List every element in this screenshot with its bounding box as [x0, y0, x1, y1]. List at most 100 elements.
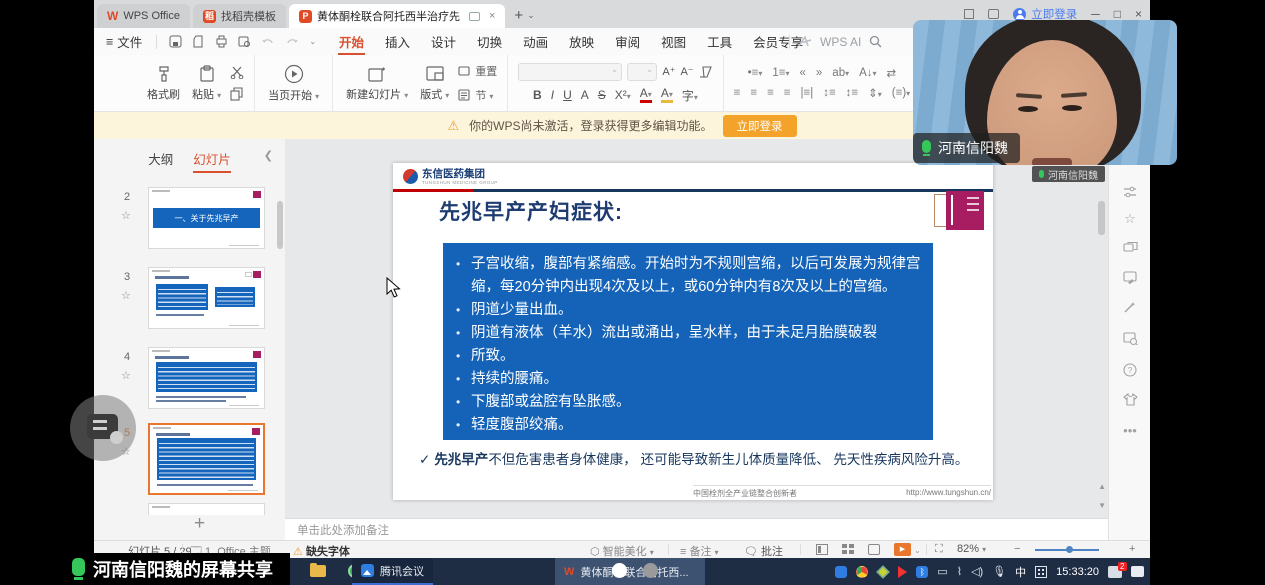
zoom-out-button[interactable]: −: [1014, 543, 1020, 555]
play-from-current-button[interactable]: 当页开始 ▾: [265, 62, 322, 105]
outline-tab[interactable]: 大纲: [148, 149, 173, 173]
tray-mic-icon[interactable]: 🎙: [992, 565, 1006, 578]
decrease-font-button[interactable]: A⁻: [680, 65, 693, 78]
highlight-color-button[interactable]: A▾: [661, 88, 673, 103]
menu-slideshow[interactable]: 放映: [568, 28, 595, 55]
tray-app-icon[interactable]: [877, 565, 891, 579]
row-spacing-button[interactable]: ↕≡: [823, 87, 835, 99]
collapse-panel-icon[interactable]: ❮: [264, 149, 273, 162]
column-spacing-button[interactable]: ↕≡: [846, 87, 858, 99]
zoom-value[interactable]: 82% ▾: [957, 543, 986, 555]
missing-font-warning[interactable]: ⚠ 缺失字体: [293, 543, 350, 559]
slide-4-thumbnail[interactable]: [148, 347, 265, 409]
menu-tools[interactable]: 工具: [706, 28, 733, 55]
battery-icon[interactable]: ▭: [937, 565, 947, 578]
editor-scrollbar[interactable]: [1098, 201, 1105, 235]
file-explorer-icon[interactable]: [310, 565, 326, 577]
line-spacing-button[interactable]: ⇕▾: [868, 86, 882, 100]
fit-slide-button[interactable]: ⛶: [935, 543, 943, 556]
menu-animation[interactable]: 动画: [522, 28, 549, 55]
notes-pen-icon[interactable]: [1109, 269, 1151, 284]
font-name-select[interactable]: [518, 63, 622, 81]
slide-canvas[interactable]: 东信医药集团 TUNGSHUN MEDICINE GROUP 先兆早产产妇症状:…: [393, 163, 993, 500]
comments-button[interactable]: 🗨 批注: [744, 543, 783, 559]
zoom-in-button[interactable]: +: [1129, 543, 1135, 555]
strikethrough-button[interactable]: S: [598, 88, 606, 102]
bold-button[interactable]: B: [533, 88, 542, 102]
numbered-list-button[interactable]: 1≡▾: [772, 67, 789, 79]
close-button[interactable]: ×: [1135, 7, 1142, 21]
restore-button[interactable]: □: [1114, 7, 1121, 21]
meeting-dock-dot-gray[interactable]: [643, 563, 658, 578]
previous-slide-button[interactable]: ▲: [1098, 482, 1106, 491]
panel-scrollbar[interactable]: [277, 201, 283, 249]
font-color-button[interactable]: A▾: [640, 88, 652, 103]
cut-icon[interactable]: [230, 66, 244, 79]
decrease-indent-button[interactable]: «: [799, 67, 805, 79]
section-button[interactable]: 节 ▾: [458, 87, 497, 103]
clock[interactable]: 15:33:20: [1056, 566, 1099, 578]
tab-close-icon[interactable]: ×: [489, 10, 495, 22]
save-icon[interactable]: [169, 35, 182, 48]
meeting-float-button[interactable]: [70, 395, 136, 461]
reset-button[interactable]: 重置: [458, 63, 497, 79]
slide-3-thumbnail[interactable]: [148, 267, 265, 329]
char-border-button[interactable]: A: [581, 88, 589, 102]
menu-insert[interactable]: 插入: [384, 28, 411, 55]
text-direction-button[interactable]: ab▾: [832, 67, 849, 79]
touch-keyboard-icon[interactable]: [1035, 566, 1047, 578]
char-effect-button[interactable]: 字▾: [682, 87, 698, 104]
notes-bar[interactable]: 单击此处添加备注: [285, 518, 1108, 540]
slideshow-play-button[interactable]: ▶: [894, 543, 911, 556]
webcam-overlay[interactable]: 河南信阳魏: [913, 20, 1177, 165]
skin-icon[interactable]: [988, 9, 999, 19]
add-slide-button[interactable]: +: [194, 513, 205, 535]
file-menu-button[interactable]: ≡ 文件: [94, 32, 152, 51]
print-preview-icon[interactable]: [238, 35, 251, 48]
underline-button[interactable]: U: [563, 88, 572, 102]
undo-icon[interactable]: [261, 36, 275, 48]
clear-format-icon[interactable]: [699, 66, 713, 78]
tray-meeting-icon[interactable]: [835, 566, 847, 578]
animation-pane-icon[interactable]: [1109, 239, 1151, 254]
redo-icon[interactable]: [285, 36, 299, 48]
tab-list-caret-icon[interactable]: ⌄: [527, 10, 535, 21]
copy-icon[interactable]: [230, 87, 244, 101]
ime-indicator[interactable]: 中: [1015, 564, 1026, 580]
volume-icon[interactable]: ◁): [971, 565, 983, 578]
next-slide-button[interactable]: ▼: [1098, 501, 1106, 510]
minimize-button[interactable]: ─: [1091, 7, 1100, 21]
bullet-list-button[interactable]: •≡▾: [748, 67, 763, 79]
notification-icon[interactable]: 2: [1108, 566, 1122, 578]
bluetooth-icon[interactable]: ᛒ: [916, 566, 928, 578]
taskbar-meeting-app[interactable]: 腾讯会议: [352, 558, 433, 585]
convert-smartart-button[interactable]: ⇄: [887, 66, 897, 80]
align-left-button[interactable]: ≡: [734, 87, 741, 99]
italic-button[interactable]: I: [551, 88, 554, 102]
minimize-ribbon-icon[interactable]: [964, 9, 974, 19]
image-search-icon[interactable]: [1109, 330, 1151, 345]
skin-theme-icon[interactable]: [1109, 391, 1151, 406]
more-tools-icon[interactable]: •••: [1109, 423, 1151, 438]
smart-beautify-button[interactable]: ⬡ 智能美化 ▾: [590, 543, 654, 559]
tray-browser-icon[interactable]: [856, 566, 868, 578]
slide-sorter-button[interactable]: [842, 544, 854, 555]
beautify-wand-icon[interactable]: [1109, 299, 1151, 314]
normal-view-button[interactable]: [816, 544, 828, 555]
zoom-slider-knob[interactable]: [1066, 546, 1073, 553]
format-painter-button[interactable]: 格式刷: [144, 63, 183, 104]
taskbar-wps-task[interactable]: W 黄体酮栓联合阿托西...: [555, 558, 705, 585]
wifi-icon[interactable]: ⌇: [957, 565, 962, 578]
new-slide-button[interactable]: 新建幻灯片 ▾: [343, 63, 411, 104]
reading-view-button[interactable]: [868, 544, 880, 555]
wps-ai-label[interactable]: WPS AI: [820, 35, 861, 49]
align-right-button[interactable]: ≡: [767, 87, 774, 99]
search-icon[interactable]: [869, 35, 882, 48]
action-center-icon[interactable]: [1131, 566, 1144, 577]
help-icon[interactable]: ?: [1109, 361, 1151, 377]
increase-indent-button[interactable]: »: [816, 67, 822, 79]
tab-wps-home[interactable]: W WPS Office: [97, 4, 190, 28]
meeting-dock-dot-white[interactable]: [612, 563, 627, 578]
paste-button[interactable]: 粘贴 ▾: [189, 63, 224, 104]
align-center-button[interactable]: ≡: [750, 87, 757, 99]
